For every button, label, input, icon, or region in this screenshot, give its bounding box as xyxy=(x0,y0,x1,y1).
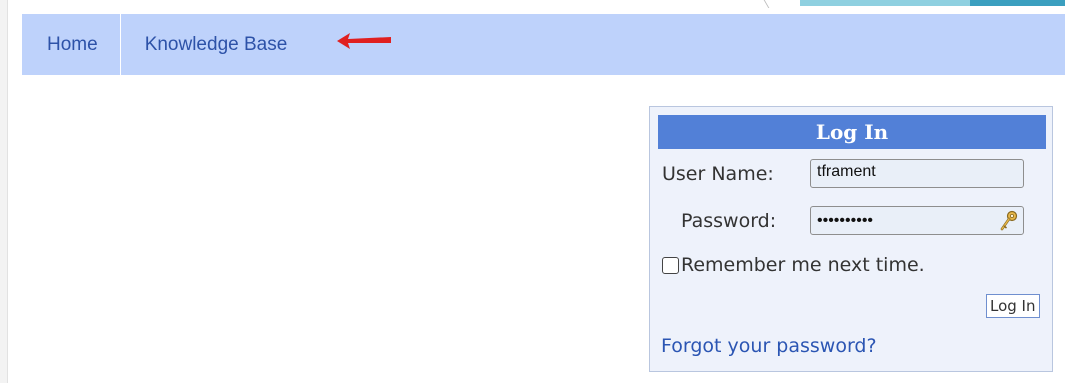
login-title: Log In xyxy=(658,115,1046,149)
remember-me-row: Remember me next time. xyxy=(662,254,925,276)
red-arrow-icon xyxy=(337,33,391,49)
nav-home-link[interactable]: Home xyxy=(22,14,121,75)
remember-me-checkbox[interactable] xyxy=(662,256,679,274)
forgot-password-link[interactable]: Forgot your password? xyxy=(661,335,877,357)
nav-bar: Home Knowledge Base xyxy=(22,14,1065,75)
top-decoration xyxy=(760,0,1065,10)
remember-me-label[interactable]: Remember me next time. xyxy=(681,254,925,276)
username-input[interactable]: tframent xyxy=(810,159,1024,188)
deco-bar-dark xyxy=(970,0,1065,6)
username-label: User Name: xyxy=(662,163,774,185)
password-label: Password: xyxy=(681,210,777,232)
deco-line xyxy=(763,0,770,8)
password-input[interactable]: •••••••••• xyxy=(810,206,1024,235)
login-box: Log In User Name: tframent Password: •••… xyxy=(649,106,1053,372)
left-border xyxy=(0,0,8,383)
login-button[interactable]: Log In xyxy=(986,294,1040,318)
nav-knowledge-base-link[interactable]: Knowledge Base xyxy=(121,14,288,75)
password-value: •••••••••• xyxy=(817,211,874,229)
key-icon[interactable] xyxy=(999,210,1019,232)
